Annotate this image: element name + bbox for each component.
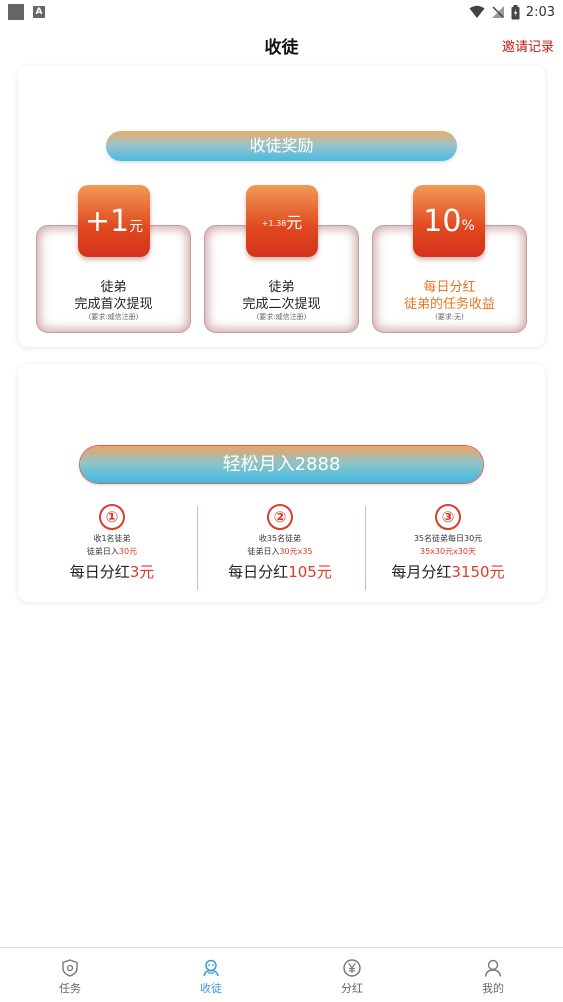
app-notification-icon <box>8 4 24 20</box>
reward-badge-1: +1 元 <box>78 185 150 257</box>
step-line3-value: 3150元 <box>451 563 505 581</box>
income-banner: 轻松月入2888 <box>80 446 483 483</box>
step-line3: 每日分红3元 <box>28 561 196 582</box>
header: 收徒 邀请记录 <box>0 24 563 64</box>
income-step-3: ③ 35名徒弟每日30元 35x30元x30天 每月分红3150元 <box>364 504 532 594</box>
step-line2: 35x30元x30天 <box>364 546 532 557</box>
step-number: ① <box>99 504 125 530</box>
shield-icon <box>62 959 78 977</box>
income-step-1: ① 收1名徒弟 徒弟日入30元 每日分红3元 <box>28 504 196 594</box>
status-right: 2:03 <box>469 3 555 21</box>
reward-line2: 完成二次提现 <box>242 297 321 312</box>
step-line2-text: 徒弟日入 <box>86 547 119 556</box>
badge-amount: +1 <box>84 203 130 239</box>
battery-icon <box>511 4 520 19</box>
step-line3-text: 每日分红 <box>228 563 289 581</box>
signal-icon <box>491 6 504 18</box>
reward-card: 收徒奖励 徒弟 完成首次提现 (要求:威信注册) 徒弟 完成二次提现 (要求:威… <box>18 66 545 347</box>
step-line3-value: 105元 <box>288 563 332 581</box>
step-number: ② <box>267 504 293 530</box>
tab-mine[interactable]: 我的 <box>423 948 563 1002</box>
badge-unit: % <box>461 218 475 234</box>
tab-dividend[interactable]: 分红 <box>282 948 422 1002</box>
step-line2-value: 30元x35 <box>279 547 313 556</box>
reward-requirement: (要求:威信注册) <box>88 313 139 321</box>
people-icon <box>203 959 219 977</box>
step-line3: 每月分红3150元 <box>364 561 532 582</box>
step-line2: 徒弟日入30元 <box>28 546 196 557</box>
step-line3-text: 每月分红 <box>391 563 452 581</box>
step-line3-value: 3元 <box>129 563 155 581</box>
reward-line2: 完成首次提现 <box>74 297 153 312</box>
step-line2-value: 30元 <box>118 547 138 556</box>
step-number: ③ <box>435 504 461 530</box>
page-title: 收徒 <box>264 38 299 58</box>
tab-label: 分红 <box>341 982 363 995</box>
tab-label: 我的 <box>482 982 504 995</box>
status-bar: A 2:03 <box>0 0 563 24</box>
wifi-icon <box>469 5 485 18</box>
reward-badge-2: +1.38 元 <box>246 185 318 257</box>
income-card: 轻松月入2888 ① 收1名徒弟 徒弟日入30元 每日分红3元 ② 收35名徒弟… <box>18 364 545 602</box>
bottom-tab-bar: 任务 收徒 分红 我的 <box>0 947 563 1002</box>
step-line1: 收1名徒弟 <box>93 534 131 543</box>
step-line2-value: 35x30元x30天 <box>419 547 476 556</box>
step-line1: 35名徒弟每日30元 <box>413 534 483 543</box>
reward-requirement: (要求:威信注册) <box>256 313 307 321</box>
tab-tasks[interactable]: 任务 <box>0 948 140 1002</box>
reward-badge-3: 10% <box>413 185 485 257</box>
tab-label: 任务 <box>59 982 81 995</box>
clock: 2:03 <box>525 4 555 20</box>
badge-amount: +1.38 <box>261 218 287 228</box>
user-icon <box>484 959 502 977</box>
reward-line2: 徒弟的任务收益 <box>403 297 495 312</box>
yen-icon <box>343 959 361 977</box>
step-line2-text: 徒弟日入 <box>247 547 280 556</box>
reward-requirement: (要求:无) <box>435 313 464 321</box>
step-line3-text: 每日分红 <box>69 563 130 581</box>
income-step-2: ② 收35名徒弟 徒弟日入30元x35 每日分红105元 <box>196 504 364 594</box>
badge-unit: 元 <box>129 219 144 235</box>
tab-label: 收徒 <box>200 982 222 995</box>
badge-unit: 元 <box>286 213 303 232</box>
step-line2: 徒弟日入30元x35 <box>196 546 364 557</box>
reward-banner: 收徒奖励 <box>106 131 457 161</box>
a-notification-icon: A <box>33 6 45 18</box>
invite-records-link[interactable]: 邀请记录 <box>502 36 554 55</box>
step-line1: 收35名徒弟 <box>258 534 302 543</box>
step-line3: 每日分红105元 <box>196 561 364 582</box>
tab-apprentice[interactable]: 收徒 <box>141 948 281 1002</box>
badge-amount: 10 <box>423 203 462 239</box>
